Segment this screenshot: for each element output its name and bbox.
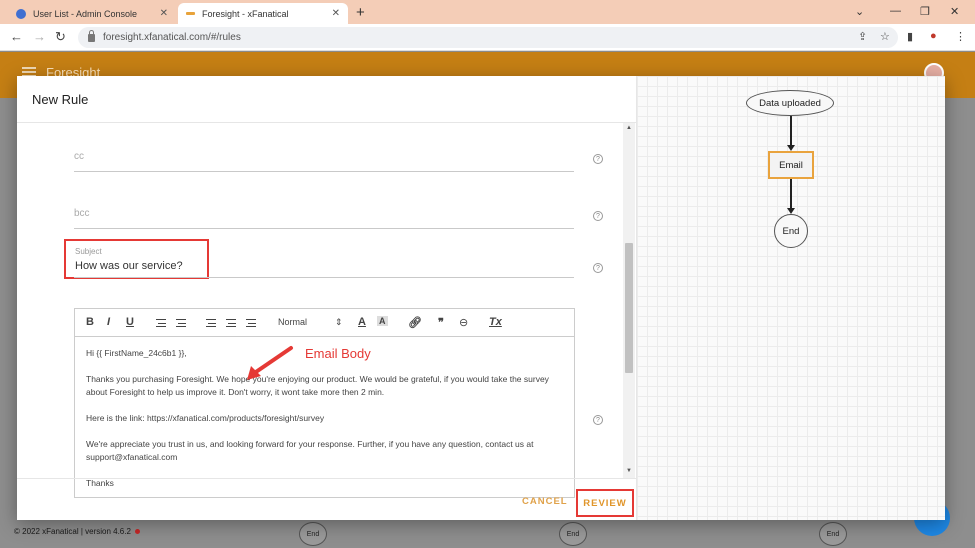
profile-icon[interactable]: ● bbox=[930, 30, 937, 42]
email-body-editor[interactable]: B I U Normal ⇕ A A 🔗︎ ❞ ⊖ Tx Hi {{ FirstN… bbox=[74, 308, 575, 498]
tab-title: Foresight - xFanatical bbox=[202, 8, 289, 19]
background-color-button[interactable]: A bbox=[377, 316, 388, 326]
flow-edge bbox=[790, 179, 792, 209]
app-footer: © 2022 xFanatical | version 4.6.2 bbox=[14, 527, 140, 536]
outdent-icon[interactable] bbox=[206, 319, 216, 327]
scroll-up-icon[interactable]: ▲ bbox=[626, 125, 632, 131]
bcc-help-icon[interactable]: ? bbox=[593, 211, 603, 221]
status-dot-icon bbox=[134, 529, 140, 534]
divider bbox=[17, 478, 636, 479]
flow-node-end[interactable]: End bbox=[774, 214, 808, 248]
email-body-content[interactable]: Hi {{ FirstName_24c6b1 }}, Thanks you pu… bbox=[86, 347, 564, 503]
blockquote-button[interactable]: ❞ bbox=[438, 316, 444, 329]
tab-foresight[interactable]: Foresight - xFanatical ✕ bbox=[178, 3, 348, 24]
tab-close-icon[interactable]: ✕ bbox=[332, 8, 340, 19]
cc-help-icon[interactable]: ? bbox=[593, 154, 603, 164]
flow-node-start[interactable]: Data uploaded bbox=[746, 90, 834, 116]
new-rule-dialog: New Rule cc ? bcc ? Subject How was our … bbox=[17, 76, 945, 520]
email-paragraph: Thanks you purchasing Foresight. We hope… bbox=[86, 374, 549, 397]
subject-label: Subject bbox=[75, 247, 102, 256]
subject-input[interactable]: How was our service? bbox=[75, 260, 183, 272]
annotation-arrow-icon bbox=[247, 346, 293, 380]
back-arrow-icon[interactable]: ← bbox=[10, 29, 23, 44]
flow-canvas[interactable]: Data uploaded Email End bbox=[637, 76, 945, 520]
align-icon[interactable] bbox=[246, 319, 256, 327]
email-body-annotation: Email Body bbox=[305, 346, 371, 361]
code-block-icon[interactable]: ⊖ bbox=[459, 316, 468, 329]
body-help-icon[interactable]: ? bbox=[593, 415, 603, 425]
footer-text: © 2022 xFanatical | version 4.6.2 bbox=[14, 527, 131, 536]
address-bar[interactable]: foresight.xfanatical.com/#/rules bbox=[78, 27, 898, 48]
browser-toolbar: ← → ↻ foresight.xfanatical.com/#/rules ⇪… bbox=[0, 24, 975, 51]
bcc-input[interactable]: bcc bbox=[74, 208, 90, 219]
minimize-icon[interactable]: — bbox=[890, 5, 901, 17]
cc-underline bbox=[74, 171, 574, 172]
underline-button[interactable]: U bbox=[126, 316, 134, 328]
bcc-underline bbox=[74, 228, 574, 229]
foresight-favicon-icon bbox=[186, 12, 195, 15]
url-text: foresight.xfanatical.com/#/rules bbox=[103, 32, 241, 43]
indent-icon[interactable] bbox=[226, 319, 236, 327]
ordered-list-icon[interactable] bbox=[156, 319, 166, 327]
subject-help-icon[interactable]: ? bbox=[593, 263, 603, 273]
tab-user-list[interactable]: User List - Admin Console ✕ bbox=[8, 3, 176, 24]
subject-underline bbox=[74, 277, 574, 278]
subject-highlight-box bbox=[64, 239, 209, 279]
bold-button[interactable]: B bbox=[86, 316, 94, 328]
select-arrows-icon: ⇕ bbox=[335, 317, 343, 327]
close-window-icon[interactable]: ✕ bbox=[950, 5, 959, 18]
email-paragraph: Here is the link: https://xfanatical.com… bbox=[86, 413, 325, 423]
scrollbar-thumb[interactable] bbox=[625, 243, 633, 373]
dialog-title: New Rule bbox=[32, 92, 89, 107]
flow-node-email[interactable]: Email bbox=[768, 151, 814, 179]
format-select-value: Normal bbox=[278, 317, 308, 327]
reload-icon[interactable]: ↻ bbox=[55, 29, 66, 45]
clear-format-button[interactable]: Tx bbox=[489, 316, 502, 328]
tab-search-chevron-icon[interactable]: ⌄ bbox=[855, 5, 864, 18]
tab-close-icon[interactable]: ✕ bbox=[160, 8, 168, 19]
format-select[interactable]: Normal ⇕ bbox=[278, 317, 343, 328]
background-end-node: End bbox=[559, 522, 587, 546]
review-button[interactable]: REVIEW bbox=[576, 489, 634, 517]
tab-title: User List - Admin Console bbox=[33, 8, 138, 19]
share-icon[interactable]: ⇪ bbox=[858, 30, 867, 43]
form-scrollbar[interactable]: ▲ ▼ bbox=[623, 123, 635, 478]
italic-button[interactable]: I bbox=[107, 316, 110, 328]
cancel-button[interactable]: CANCEL bbox=[522, 496, 568, 507]
email-paragraph: We're appreciate you trust in us, and lo… bbox=[86, 439, 534, 462]
new-tab-icon[interactable]: + bbox=[356, 4, 365, 21]
side-panel-icon[interactable]: ▮ bbox=[907, 30, 913, 43]
cc-input[interactable]: cc bbox=[74, 151, 84, 162]
editor-toolbar: B I U Normal ⇕ A A 🔗︎ ❞ ⊖ Tx bbox=[75, 309, 574, 337]
forward-arrow-icon[interactable]: → bbox=[33, 29, 46, 44]
scroll-down-icon[interactable]: ▼ bbox=[626, 468, 632, 474]
background-end-node: End bbox=[299, 522, 327, 546]
flow-edge bbox=[790, 116, 792, 146]
link-icon[interactable]: 🔗︎ bbox=[408, 316, 422, 329]
restore-icon[interactable]: ❐ bbox=[920, 5, 930, 18]
menu-kebab-icon[interactable]: ⋮ bbox=[955, 30, 966, 43]
browser-tab-strip: User List - Admin Console ✕ Foresight - … bbox=[0, 0, 975, 24]
background-end-node: End bbox=[819, 522, 847, 546]
bullet-list-icon[interactable] bbox=[176, 319, 186, 327]
admin-console-favicon-icon bbox=[16, 8, 26, 19]
font-color-button[interactable]: A bbox=[358, 316, 366, 328]
bookmark-star-icon[interactable]: ☆ bbox=[880, 30, 890, 43]
lock-icon bbox=[88, 29, 95, 42]
